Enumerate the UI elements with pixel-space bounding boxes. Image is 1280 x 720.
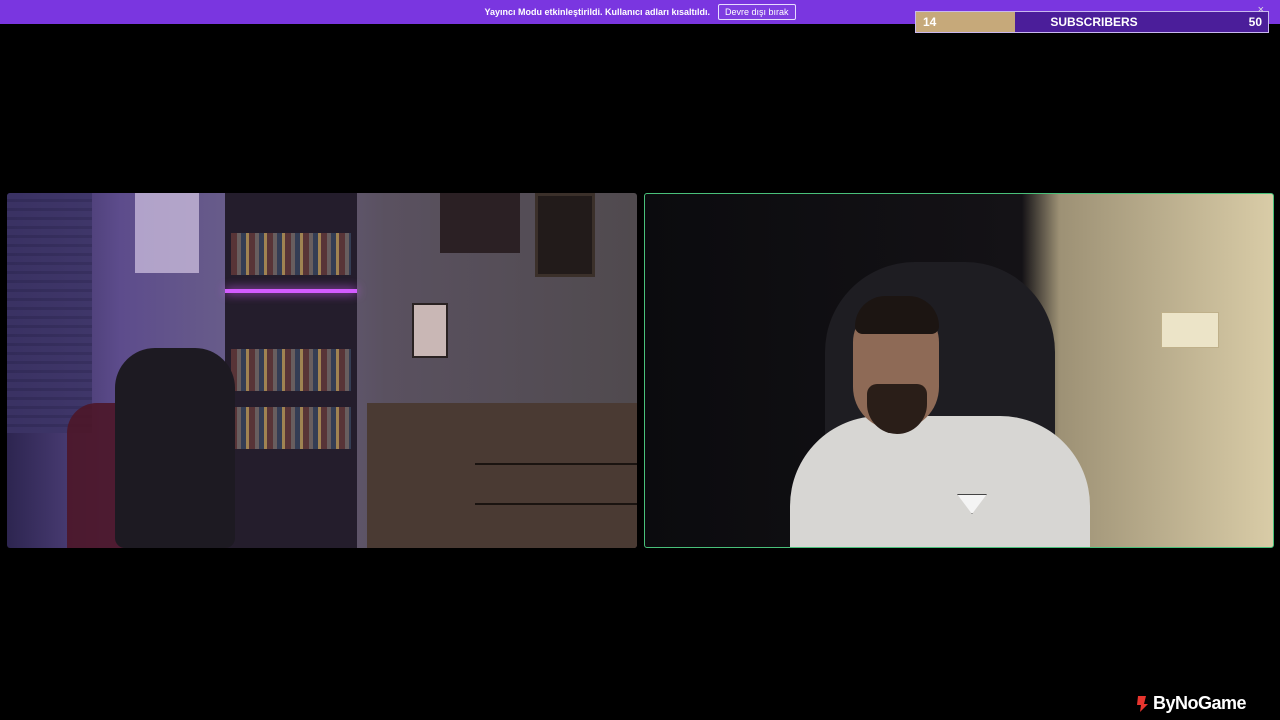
goal-label: SUBSCRIBERS [1050,15,1138,29]
goal-target-count: 50 [1248,15,1262,29]
shelf-books [231,407,351,449]
person-hair [855,296,939,334]
streamer-mode-message: Yayıncı Modu etkinleştirildi. Kullanıcı … [484,7,711,17]
person-torso [790,416,1090,547]
disable-streamer-mode-button[interactable]: Devre dışı bırak [718,4,796,20]
shelf-books [231,349,351,391]
participant-video-left[interactable] [7,193,637,548]
led-strip [225,289,357,293]
wall-frame [440,193,520,253]
gaming-chair [115,348,235,548]
portrait-frame [535,193,595,277]
bynogame-watermark: ByNoGame [1135,693,1247,714]
light-switch [1161,312,1219,348]
subscriber-goal-bar: 14 SUBSCRIBERS 50 × [915,4,1269,33]
close-icon[interactable]: × [1258,4,1264,16]
shelf-books [231,233,351,275]
wall-poster [135,193,199,273]
bookshelf [225,193,357,548]
bynogame-logo-icon [1136,695,1148,712]
drawer-line [475,463,637,465]
participant-video-right[interactable] [644,193,1274,548]
dresser [367,403,637,548]
drawer-line [475,503,637,505]
window-blind [7,193,92,433]
photo-frame [412,303,448,358]
brand-name: ByNoGame [1152,693,1247,713]
